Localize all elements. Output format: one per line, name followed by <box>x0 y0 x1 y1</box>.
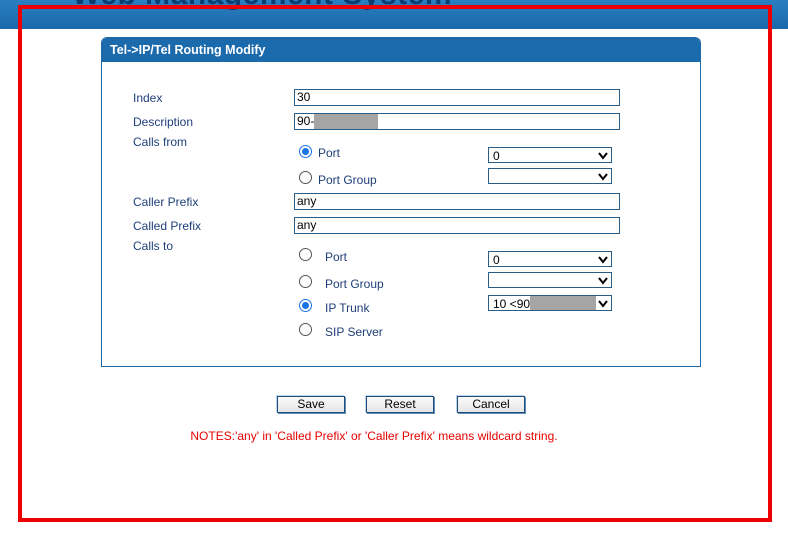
calls-to-ip-trunk-select[interactable]: 10 <90 <box>488 295 612 311</box>
calls-to-sip-server-label: SIP Server <box>325 325 383 339</box>
cancel-button[interactable]: Cancel <box>457 396 525 413</box>
reset-button[interactable]: Reset <box>366 396 434 413</box>
index-input[interactable]: 30 <box>294 89 620 106</box>
redacted-block <box>530 296 597 310</box>
calls-to-ip-trunk-radio[interactable] <box>299 299 312 312</box>
called-prefix-input[interactable]: any <box>294 217 620 234</box>
redacted-block <box>314 114 379 129</box>
save-button[interactable]: Save <box>277 396 345 413</box>
calls-to-port-select[interactable]: 0 <box>488 251 612 267</box>
notes-text: NOTES:'any' in 'Called Prefix' or 'Calle… <box>190 429 558 443</box>
calls-to-ip-trunk-label: IP Trunk <box>325 301 370 315</box>
calls-to-port-radio[interactable] <box>299 248 312 261</box>
chevron-down-icon <box>598 300 608 308</box>
description-value: 90- <box>297 114 315 128</box>
calls-from-port-group-select[interactable] <box>488 168 612 184</box>
calls-to-port-group-radio[interactable] <box>299 275 312 288</box>
calls-to-port-select-value: 0 <box>493 253 500 267</box>
calls-from-port-group-label: Port Group <box>318 173 377 187</box>
chevron-down-icon <box>598 277 608 285</box>
chevron-down-icon <box>598 173 608 181</box>
calls-from-port-select-value: 0 <box>493 149 500 163</box>
caller-prefix-label: Caller Prefix <box>133 195 199 209</box>
calls-from-label: Calls from <box>133 135 188 149</box>
index-label: Index <box>133 91 163 105</box>
calls-to-ip-trunk-select-value: 10 <90 <box>493 297 531 311</box>
calls-from-port-group-radio[interactable] <box>299 171 312 184</box>
calls-from-port-label: Port <box>318 146 341 160</box>
chevron-down-icon <box>598 256 608 264</box>
description-input[interactable]: 90- <box>294 113 620 130</box>
calls-to-label: Calls to <box>133 239 174 253</box>
calls-to-sip-server-radio[interactable] <box>299 323 312 336</box>
description-label: Description <box>133 115 194 129</box>
called-prefix-label: Called Prefix <box>133 219 202 233</box>
chevron-down-icon <box>598 152 608 160</box>
calls-to-port-label: Port <box>325 250 348 264</box>
calls-from-port-select[interactable]: 0 <box>488 147 612 163</box>
calls-to-port-group-select[interactable] <box>488 272 612 288</box>
calls-to-port-group-label: Port Group <box>325 277 384 291</box>
calls-from-port-radio[interactable] <box>299 145 312 158</box>
caller-prefix-input[interactable]: any <box>294 193 620 210</box>
panel-title: Tel->IP/Tel Routing Modify <box>102 38 700 62</box>
